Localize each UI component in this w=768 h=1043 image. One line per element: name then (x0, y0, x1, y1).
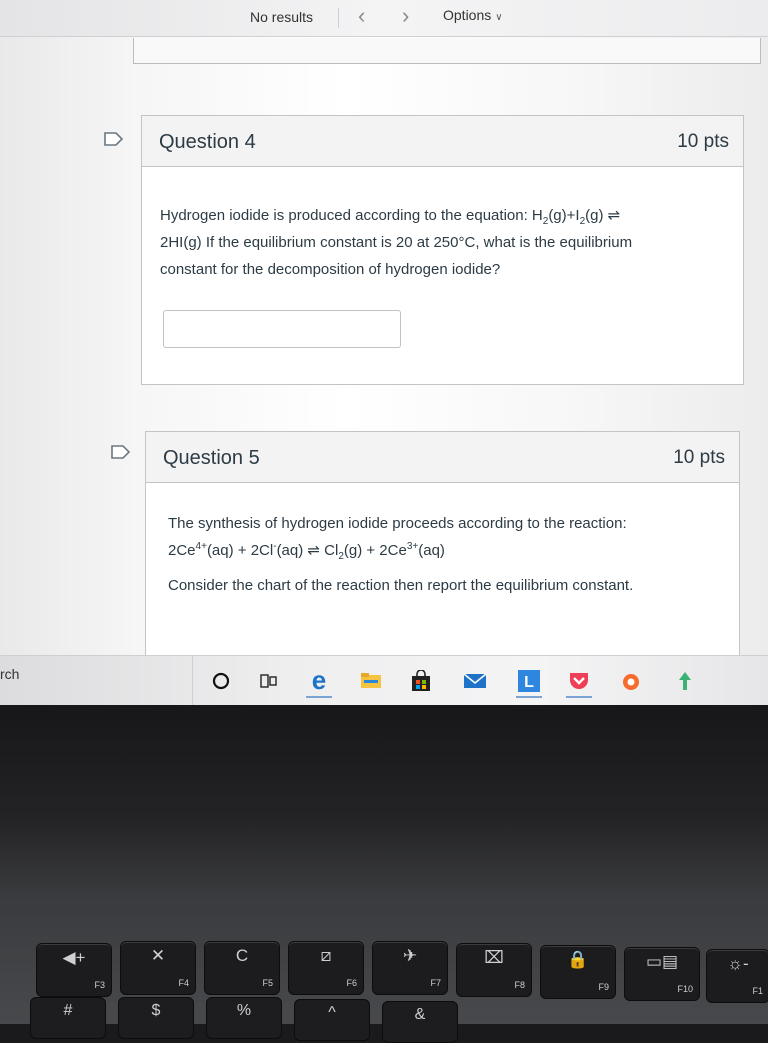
task-view-icon[interactable] (252, 664, 286, 698)
question-5-header: Question 5 10 pts (146, 432, 739, 483)
flag-question-5-icon[interactable] (111, 445, 131, 459)
key-7[interactable]: & (382, 1001, 458, 1043)
find-divider (338, 8, 339, 28)
laptop-keyboard: ◀+ F3 ✕ F4 C F5 ⧄ F6 ✈ F7 ⌧ F8 🔒 F9 ▭▤ F10 ☼- F1 … (0, 705, 768, 1043)
question-4-answer-input[interactable] (163, 310, 401, 348)
chevron-down-icon: ∨ (495, 12, 503, 23)
taskbar-search-text: rch (0, 666, 20, 682)
question-4-card: Question 4 10 pts Hydrogen iodide is pro… (141, 115, 744, 385)
question-4-line-2: 2HI(g) If the equilibrium constant is 20… (160, 234, 633, 251)
cortana-circle-icon[interactable] (204, 664, 238, 698)
question-4-line-3: constant for the decomposition of hydrog… (160, 261, 501, 278)
svg-text:e: e (312, 668, 326, 694)
f10-key[interactable]: ▭▤ F10 (624, 947, 700, 1001)
question-5-text: The synthesis of hydrogen iodide proceed… (168, 510, 728, 599)
f6-key[interactable]: ⧄ F6 (288, 941, 364, 995)
f7-key[interactable]: ✈ F7 (372, 941, 448, 995)
app-arrow-icon[interactable] (668, 664, 702, 698)
find-results-text: No results (250, 9, 314, 25)
chevron-left-icon[interactable]: ‹ (358, 3, 365, 29)
taskbar: rch e L (0, 655, 768, 705)
store-icon[interactable] (404, 664, 438, 698)
mail-icon[interactable] (458, 664, 492, 698)
question-4-title: Question 4 (159, 131, 256, 153)
f4-key[interactable]: ✕ F4 (120, 941, 196, 995)
previous-question-bottom (133, 38, 761, 64)
chevron-right-icon[interactable]: › (402, 3, 409, 29)
question-4-header: Question 4 10 pts (142, 116, 743, 167)
f11-key[interactable]: ☼- F1 (706, 949, 768, 1003)
taskbar-search-box[interactable]: rch (0, 656, 193, 705)
svg-text:L: L (524, 674, 534, 691)
find-bar: No results ‹ › Options ∨ (0, 0, 768, 37)
question-5-equation: 2Ce4+(aq) + 2Cl-(aq) ⇌ Cl2(g) + 2Ce3+(aq… (168, 541, 445, 562)
question-5-instruction: Consider the chart of the reaction then … (168, 577, 634, 594)
question-4-points: 10 pts (677, 131, 729, 152)
pocket-icon[interactable] (562, 664, 596, 698)
question-4-line-1: Hydrogen iodide is produced according to… (160, 207, 621, 227)
f3-key[interactable]: ◀+ F3 (36, 943, 112, 997)
key-4[interactable]: $ (118, 997, 194, 1039)
f5-key[interactable]: C F5 (204, 941, 280, 995)
flag-question-4-icon[interactable] (104, 132, 124, 146)
options-label: Options (443, 7, 492, 23)
question-5-points: 10 pts (673, 447, 725, 468)
edge-browser-icon[interactable]: e (302, 664, 336, 698)
question-5-title: Question 5 (163, 447, 260, 469)
question-4-text: Hydrogen iodide is produced according to… (160, 202, 730, 283)
key-5[interactable]: % (206, 997, 282, 1039)
browser-content: No results ‹ › Options ∨ Question 4 10 pt… (0, 0, 768, 705)
key-6[interactable]: ^ (294, 999, 370, 1041)
f9-key[interactable]: 🔒 F9 (540, 945, 616, 999)
find-options-dropdown[interactable]: Options ∨ (443, 7, 503, 23)
origin-icon[interactable] (614, 664, 648, 698)
l-app-icon[interactable]: L (512, 664, 546, 698)
f8-key[interactable]: ⌧ F8 (456, 943, 532, 997)
question-5-intro: The synthesis of hydrogen iodide proceed… (168, 515, 627, 532)
file-explorer-icon[interactable] (354, 664, 388, 698)
key-3[interactable]: # (30, 997, 106, 1039)
